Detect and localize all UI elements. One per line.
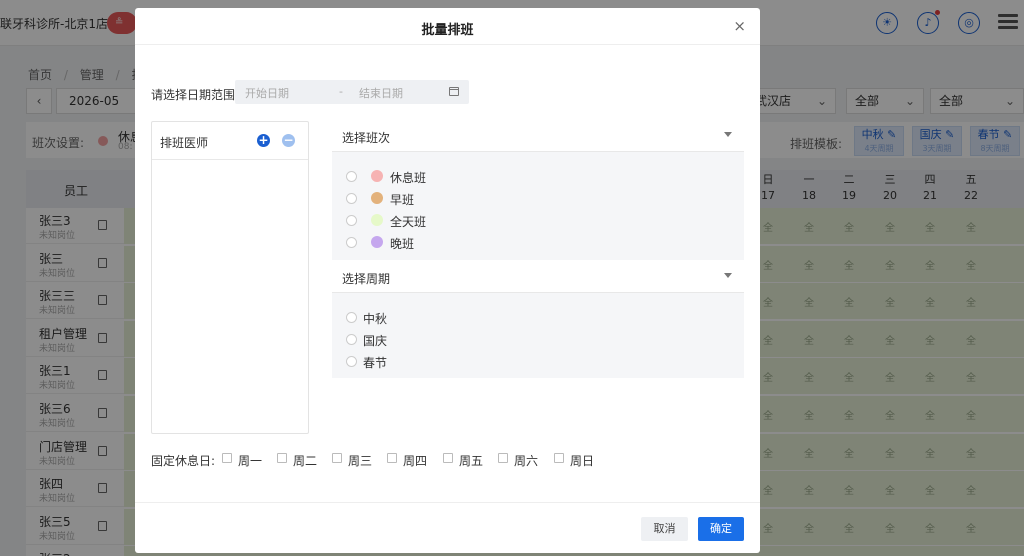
shift-color-swatch — [371, 236, 383, 248]
shift-option[interactable]: 晚班 — [332, 233, 744, 253]
checkbox-box[interactable] — [277, 453, 287, 463]
dialog-header: 批量排班 × — [135, 8, 760, 45]
shift-radio[interactable] — [346, 193, 357, 204]
date-range-label: 请选择日期范围 — [151, 88, 236, 102]
weekday-label: 周日 — [570, 454, 595, 468]
confirm-button[interactable]: 确定 — [698, 517, 744, 541]
shift-section-title: 选择班次 — [342, 131, 391, 145]
cycle-option[interactable]: 国庆 — [332, 330, 744, 350]
shift-radio[interactable] — [346, 215, 357, 226]
cancel-button[interactable]: 取消 — [641, 517, 688, 541]
caret-down-icon — [724, 273, 732, 278]
checkbox-box[interactable] — [554, 453, 564, 463]
shift-option-label: 晚班 — [390, 237, 415, 251]
cycle-section-title: 选择周期 — [342, 272, 391, 286]
weekday-label: 周四 — [403, 454, 428, 468]
shift-option[interactable]: 全天班 — [332, 211, 744, 231]
cycle-options: 中秋 国庆 春节 — [332, 293, 744, 378]
shift-option[interactable]: 休息班 — [332, 167, 744, 187]
checkbox-box[interactable] — [222, 453, 232, 463]
shift-color-swatch — [371, 192, 383, 204]
fixed-rest-label: 固定休息日: — [151, 454, 216, 468]
checkbox-box[interactable] — [443, 453, 453, 463]
date-range-picker[interactable]: 开始日期 - 结束日期 — [235, 80, 469, 104]
weekday-label: 周六 — [514, 454, 539, 468]
start-date-input[interactable]: 开始日期 — [245, 85, 289, 101]
remove-doctor-icon[interactable]: − — [282, 134, 295, 147]
shift-option-label: 休息班 — [390, 171, 427, 185]
shift-radio[interactable] — [346, 237, 357, 248]
shift-option-label: 早班 — [390, 193, 415, 207]
date-range-separator: - — [339, 85, 343, 98]
checkbox-box[interactable] — [387, 453, 397, 463]
weekday-label: 周二 — [293, 454, 318, 468]
calendar-icon[interactable] — [449, 87, 459, 96]
shift-color-swatch — [371, 170, 383, 182]
doctor-panel: 排班医师 + − — [151, 121, 309, 434]
dialog-footer: 取消 确定 — [135, 502, 760, 553]
doctor-panel-title: 排班医师 — [160, 136, 209, 150]
cycle-option[interactable]: 春节 — [332, 352, 744, 372]
weekday-label: 周三 — [348, 454, 373, 468]
cycle-option[interactable]: 中秋 — [332, 308, 744, 328]
shift-options: 休息班早班全天班晚班 — [332, 152, 744, 260]
shift-option[interactable]: 早班 — [332, 189, 744, 209]
cycle-section-header[interactable]: 选择周期 — [332, 261, 744, 293]
add-doctor-icon[interactable]: + — [257, 134, 270, 147]
shift-option-label: 全天班 — [390, 215, 427, 229]
weekday-label: 周五 — [459, 454, 484, 468]
shift-color-swatch — [371, 214, 383, 226]
checkbox-box[interactable] — [332, 453, 342, 463]
cycle-radio[interactable] — [346, 312, 357, 323]
batch-schedule-dialog: 批量排班 × 请选择日期范围 开始日期 - 结束日期 排班医师 + − 选择班次… — [135, 8, 760, 553]
cycle-radio[interactable] — [346, 356, 357, 367]
shift-radio[interactable] — [346, 171, 357, 182]
cycle-option-label: 中秋 — [363, 312, 388, 326]
doctor-panel-header: 排班医师 + − — [152, 122, 308, 160]
checkbox-box[interactable] — [498, 453, 508, 463]
dialog-title: 批量排班 — [421, 23, 474, 38]
shift-section-header[interactable]: 选择班次 — [332, 120, 744, 152]
cycle-radio[interactable] — [346, 334, 357, 345]
weekday-label: 周一 — [238, 454, 263, 468]
caret-down-icon — [724, 132, 732, 137]
cycle-option-label: 春节 — [363, 356, 388, 370]
end-date-input[interactable]: 结束日期 — [359, 85, 403, 101]
cycle-option-label: 国庆 — [363, 334, 388, 348]
close-icon[interactable]: × — [733, 17, 746, 35]
